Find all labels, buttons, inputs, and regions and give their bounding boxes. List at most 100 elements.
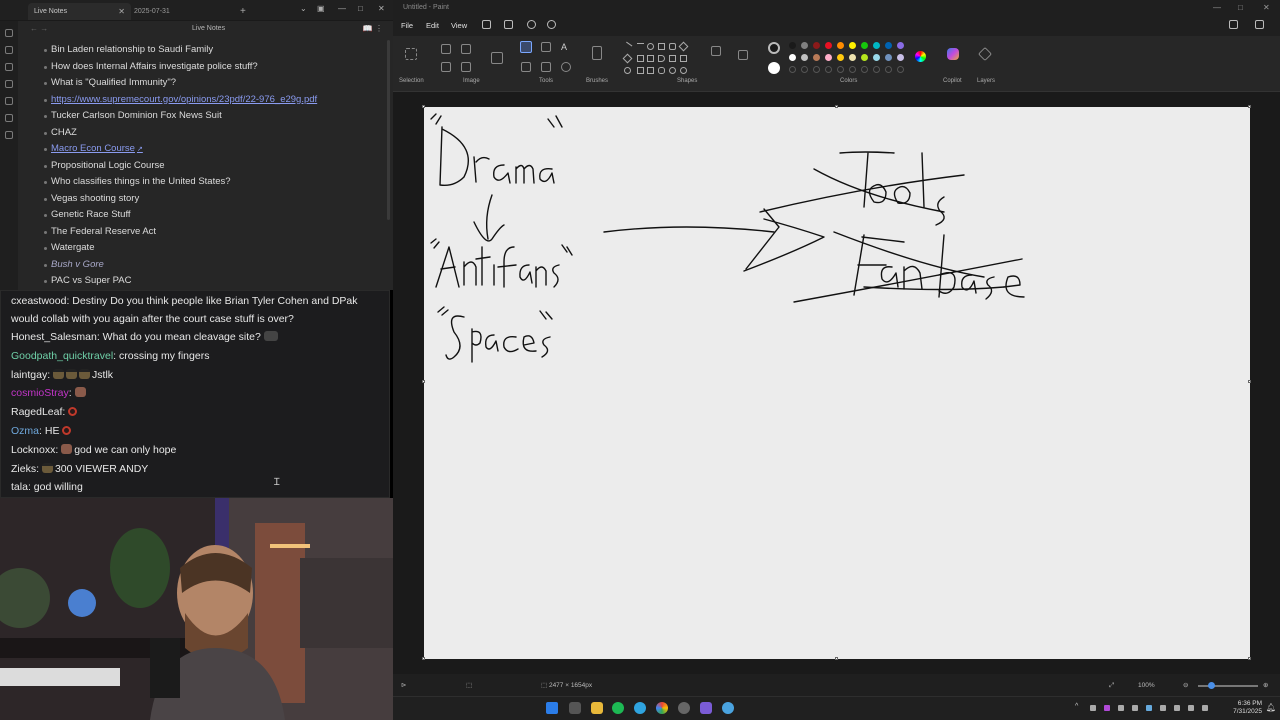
palette-swatch[interactable] — [789, 42, 796, 49]
more-options-icon[interactable]: 📖 ⋮ — [363, 24, 383, 33]
spotify-icon[interactable] — [612, 702, 624, 714]
send-icon[interactable] — [5, 29, 13, 37]
resize-handle[interactable] — [422, 657, 425, 660]
secondary-color[interactable] — [768, 62, 780, 74]
palette-swatch[interactable] — [861, 54, 868, 61]
tray-icon[interactable] — [1132, 705, 1138, 711]
resize-handle[interactable] — [835, 657, 838, 660]
undo-icon[interactable] — [527, 20, 536, 29]
zoom-level[interactable]: 100% — [1138, 676, 1155, 696]
fill-icon[interactable] — [541, 42, 551, 52]
polygon-shape-icon[interactable] — [678, 41, 689, 52]
callout-shape-icon[interactable] — [658, 67, 665, 74]
palette-swatch[interactable] — [801, 42, 808, 49]
custom-color-slot[interactable] — [825, 66, 832, 73]
settings-icon[interactable] — [1229, 20, 1238, 29]
line-shape-icon[interactable] — [622, 41, 633, 52]
redo-icon[interactable] — [547, 20, 556, 29]
new-tab-icon[interactable]: + — [234, 3, 246, 20]
chat-username[interactable]: cosmioStray — [11, 387, 69, 399]
selection-icon[interactable] — [405, 48, 417, 60]
resize-handle[interactable] — [422, 380, 425, 383]
custom-color-slot[interactable] — [813, 66, 820, 73]
image-select-icon[interactable] — [491, 52, 503, 64]
resize-handle[interactable] — [1248, 657, 1251, 660]
custom-color-slot[interactable] — [861, 66, 868, 73]
note-link-item[interactable]: Macro Econ Course ↗ — [44, 141, 384, 158]
rectangle-shape-icon[interactable] — [658, 43, 665, 50]
palette-swatch[interactable] — [849, 42, 856, 49]
diamond-shape-icon[interactable] — [622, 53, 633, 64]
resize-icon[interactable] — [461, 44, 471, 54]
rotate-icon[interactable] — [441, 62, 451, 72]
resize-handle[interactable] — [1248, 105, 1251, 108]
file-icon[interactable] — [5, 46, 13, 54]
magnifier-icon[interactable] — [561, 62, 571, 72]
note-link-item[interactable]: https://www.supremecourt.gov/opinions/23… — [44, 92, 384, 109]
close-tab-icon[interactable]: ✕ — [118, 3, 125, 20]
fit-to-window-icon[interactable]: ⤢ — [1109, 676, 1114, 696]
minimize-icon[interactable]: — — [338, 4, 346, 13]
chat-username[interactable]: Locknoxx — [11, 444, 55, 456]
chevron-up-icon[interactable]: ^ — [1075, 703, 1078, 710]
clock[interactable]: 6:36 PM 7/31/2025 — [1233, 700, 1262, 716]
account-icon[interactable] — [1255, 20, 1264, 29]
brush-icon[interactable] — [592, 46, 602, 60]
chat-username[interactable]: Honest_Salesman — [11, 331, 97, 343]
color-picker-icon[interactable] — [541, 62, 551, 72]
edge-icon[interactable] — [634, 702, 646, 714]
star-six-shape-icon[interactable] — [647, 67, 654, 74]
heart-shape-icon[interactable] — [680, 67, 687, 74]
obs-icon[interactable] — [678, 702, 690, 714]
palette-swatch[interactable] — [885, 42, 892, 49]
fill-shape-icon[interactable] — [738, 50, 748, 60]
menu-edit[interactable]: Edit — [426, 21, 439, 30]
chat-username[interactable]: Ozma — [11, 425, 39, 437]
copilot-icon[interactable] — [947, 48, 959, 60]
tray-icon[interactable] — [1118, 705, 1124, 711]
palette-swatch[interactable] — [897, 42, 904, 49]
volume-icon[interactable] — [1202, 705, 1208, 711]
template-icon[interactable] — [5, 97, 13, 105]
zoom-slider-knob[interactable] — [1208, 682, 1215, 689]
resize-handle[interactable] — [422, 105, 425, 108]
curve-shape-icon[interactable] — [637, 43, 644, 50]
chrome-icon[interactable] — [656, 702, 668, 714]
palette-swatch[interactable] — [861, 42, 868, 49]
zoom-in-icon[interactable]: ⊕ — [1263, 676, 1268, 696]
menu-file[interactable]: File — [401, 21, 413, 30]
pentagon-shape-icon[interactable] — [637, 55, 644, 62]
chat-username[interactable]: Zieks — [11, 463, 36, 475]
rounded-rect-shape-icon[interactable] — [669, 43, 676, 50]
oval-shape-icon[interactable] — [647, 43, 654, 50]
terminal-icon[interactable] — [5, 114, 13, 122]
arrow-left-shape-icon[interactable] — [669, 55, 676, 62]
task-view-icon[interactable] — [569, 702, 581, 714]
wifi-icon[interactable] — [1188, 705, 1194, 711]
graph-icon[interactable] — [5, 80, 13, 88]
paint-icon[interactable] — [722, 702, 734, 714]
save-icon[interactable] — [482, 20, 491, 29]
maximize-icon[interactable]: □ — [358, 4, 363, 13]
back-forward-icon[interactable]: ← → — [30, 24, 48, 33]
crop-icon[interactable] — [441, 44, 451, 54]
palette-swatch[interactable] — [849, 54, 856, 61]
eraser-icon[interactable] — [521, 62, 531, 72]
close-icon[interactable]: ✕ — [378, 4, 385, 13]
calendar-icon[interactable] — [5, 63, 13, 71]
palette-swatch[interactable] — [825, 42, 832, 49]
pencil-icon[interactable] — [520, 41, 532, 53]
sidebar-toggle-icon[interactable]: ▣ — [317, 4, 325, 13]
resize-handle[interactable] — [1248, 380, 1251, 383]
palette-swatch[interactable] — [885, 54, 892, 61]
custom-color-slot[interactable] — [837, 66, 844, 73]
chat-username[interactable]: tala — [11, 481, 28, 493]
flip-icon[interactable] — [461, 62, 471, 72]
custom-color-slot[interactable] — [897, 66, 904, 73]
hexagon-shape-icon[interactable] — [647, 55, 654, 62]
palette-swatch[interactable] — [813, 54, 820, 61]
palette-swatch[interactable] — [801, 54, 808, 61]
outline-icon[interactable] — [711, 46, 721, 56]
tab-date-note[interactable]: 2025-07-31 — [128, 3, 233, 20]
arrow-right-shape-icon[interactable] — [658, 55, 665, 62]
